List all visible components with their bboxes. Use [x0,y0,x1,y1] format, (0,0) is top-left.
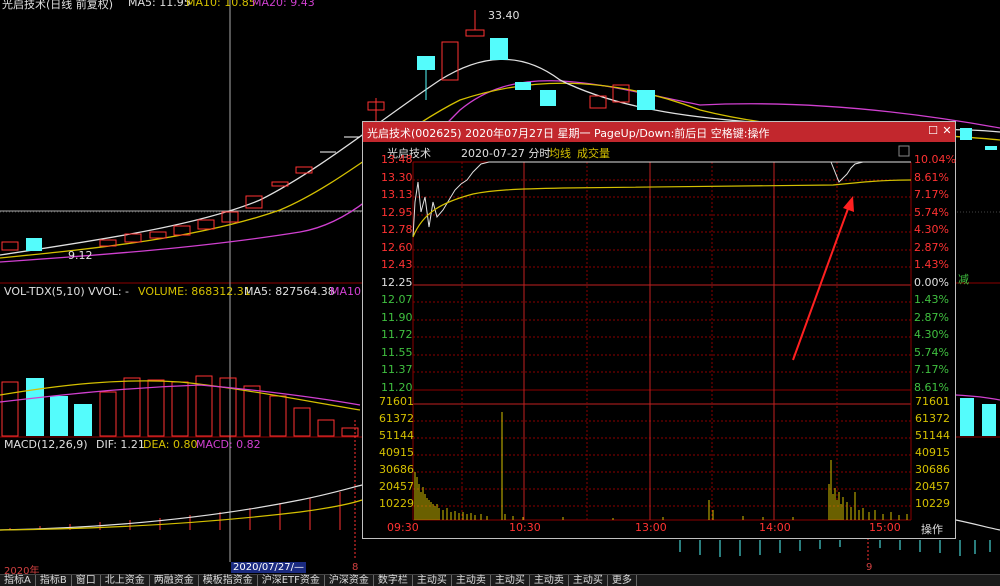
date-axis: 2020年 2020/07/27/— 8 9 [0,562,1000,577]
pct-axis-tick: 4.30% [914,328,949,341]
vol-axis-tick: 30686 [915,463,950,476]
intraday-chart[interactable] [363,142,955,538]
price-axis-tick: 12.78 [381,223,413,236]
daily-header: 光启技术(日线 前复权) [2,0,114,11]
avg-line-label: 均线 [549,147,571,160]
tab-12[interactable]: 主动卖 [530,575,569,586]
vol-axis-tick: 30686 [379,463,414,476]
vol-axis-tick: 71601 [915,395,950,408]
vol-volume: VOLUME: 868312.31 [138,285,251,298]
popup-titlebar[interactable]: 光启技术(002625) 2020年07月27日 星期一 PageUp/Down… [363,122,955,142]
tab-6[interactable]: 沪深ETF资金 [258,575,325,586]
ma10-label: MA10: 10.85 [186,0,256,9]
close-icon[interactable]: ✕ [941,125,953,137]
price-axis-tick: 12.60 [381,241,413,254]
low-price-label: 9.12 [68,249,93,262]
popup-title: 光启技术(002625) 2020年07月27日 星期一 PageUp/Down… [367,127,770,140]
side-label: 减 [958,273,969,286]
vol-axis-tick: 10229 [915,497,950,510]
maximize-icon[interactable]: ☐ [927,125,939,137]
price-axis-tick: 11.90 [381,311,413,324]
intraday-popup[interactable]: 光启技术(002625) 2020年07月27日 星期一 PageUp/Down… [362,121,956,539]
tab-14[interactable]: 更多 [608,575,637,586]
indicator-tab-bar[interactable]: 指标A 指标B 窗口 北上资金 两融资金 模板指资金 沪深ETF资金 沪深资金 数字栏 主动买 主动… [0,574,1000,586]
vol-ma10: MA10 [330,285,362,298]
vol-axis-tick: 20457 [379,480,414,493]
price-axis-tick: 11.20 [381,381,413,394]
pct-axis-tick: 10.04% [914,153,956,166]
vol-axis-tick: 40915 [915,446,950,459]
price-axis-tick: 12.43 [381,258,413,271]
vol-axis-tick: 10229 [379,497,414,510]
vol-axis-tick: 61372 [379,412,414,425]
price-axis-tick: 12.07 [381,293,413,306]
price-axis-tick: 12.95 [381,206,413,219]
price-axis-tick: 13.30 [381,171,413,184]
intraday-date: 2020-07-27 分时 [461,147,551,160]
pct-axis-tick: 4.30% [914,223,949,236]
tab-3[interactable]: 北上资金 [101,575,150,586]
price-axis-tick: 11.55 [381,346,413,359]
price-axis-tick: 12.25 [381,276,413,289]
tab-5[interactable]: 模板指资金 [199,575,258,586]
annotation-arrowhead [843,196,854,212]
macd-dea: DEA: 0.80 [143,438,198,451]
macd-dif: DIF: 1.21 [96,438,145,451]
vol-header: VOL-TDX(5,10) VVOL: - [4,285,129,298]
price-axis-tick: 13.48 [381,153,413,166]
price-axis-tick: 13.13 [381,188,413,201]
time-axis-tick: 09:30 [387,521,419,534]
tab-7[interactable]: 沪深资金 [325,575,374,586]
vol-axis-tick: 51144 [915,429,950,442]
price-dip [830,161,911,183]
ma5-label: MA5: 11.95 [128,0,191,9]
vol-axis-tick: 20457 [915,480,950,493]
ma20-label: MA20: 9.43 [252,0,315,9]
time-axis-tick: 14:00 [759,521,791,534]
pct-axis-tick: 8.61% [914,381,949,394]
tab-8[interactable]: 数字栏 [374,575,413,586]
macd-bars [9,492,341,530]
pct-axis-tick: 2.87% [914,311,949,324]
vol-axis-tick: 51144 [379,429,414,442]
pct-axis-tick: 1.43% [914,293,949,306]
cursor-date-label: 2020/07/27/— [231,562,307,573]
avg-line [412,179,912,238]
pct-axis-tick: 5.74% [914,206,949,219]
price-axis-tick: 11.72 [381,328,413,341]
tab-1[interactable]: 指标B [36,575,72,586]
month-label-8: 8 [352,562,359,573]
tab-11[interactable]: 主动买 [491,575,530,586]
tab-0[interactable]: 指标A [0,575,36,586]
pct-axis-tick: 0.00% [914,276,949,289]
vol-axis-tick: 61372 [915,412,950,425]
vol-axis-tick: 71601 [379,395,414,408]
pct-axis-tick: 7.17% [914,363,949,376]
pct-axis-tick: 7.17% [914,188,949,201]
month-label-9: 9 [866,562,873,573]
time-axis-tick: 13:00 [635,521,667,534]
high-price-label: 33.40 [488,9,520,22]
macd-neg-bars [679,540,991,557]
pct-axis-tick: 1.43% [914,258,949,271]
tab-10[interactable]: 主动卖 [452,575,491,586]
pct-axis-tick: 5.74% [914,346,949,359]
pct-axis-tick: 2.87% [914,241,949,254]
pct-axis-tick: 8.61% [914,171,949,184]
tab-13[interactable]: 主动买 [569,575,608,586]
macd-value: MACD: 0.82 [196,438,261,451]
intraday-volume [414,412,908,520]
vol-axis-tick: 40915 [379,446,414,459]
time-axis-tick: 10:30 [509,521,541,534]
macd-header: MACD(12,26,9) [4,438,88,451]
tab-9[interactable]: 主动买 [413,575,452,586]
volume-label: 成交量 [577,147,610,160]
action-button[interactable]: 操作 [921,521,943,537]
tab-2[interactable]: 窗口 [72,575,101,586]
price-line [412,161,911,238]
price-axis-tick: 11.37 [381,363,413,376]
time-axis-tick: 15:00 [869,521,901,534]
vol-ma5: MA5: 827564.38 [244,285,335,298]
tab-4[interactable]: 两融资金 [150,575,199,586]
